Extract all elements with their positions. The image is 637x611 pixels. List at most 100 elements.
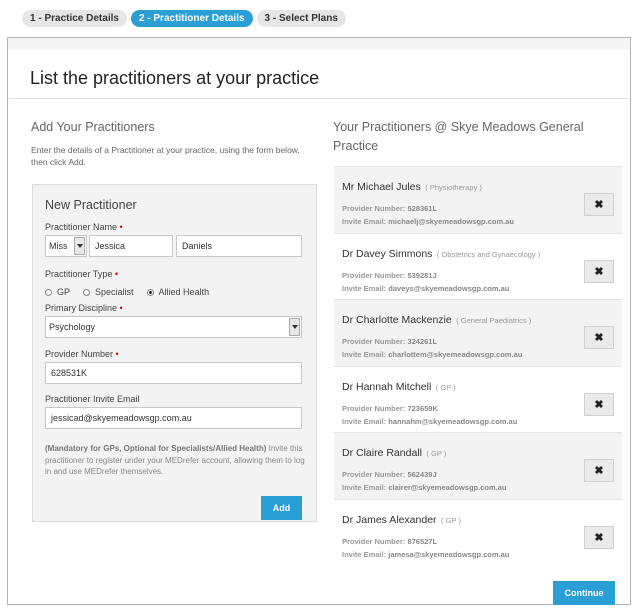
- practitioner-specialty: ( GP ): [441, 515, 461, 525]
- remove-practitioner-button[interactable]: ✖: [584, 259, 614, 283]
- provider-number-label-text: Provider Number: [45, 349, 114, 359]
- practitioner-name-line: Dr Hannah Mitchell ( GP ): [342, 377, 622, 395]
- provider-number-value: 562439J: [407, 470, 437, 479]
- close-icon: ✖: [594, 199, 604, 211]
- invite-email-value: jamesa@skyemeadowsgp.com.au: [388, 549, 510, 559]
- practitioner-card: Mr Michael Jules ( Physiotherapy ) Provid…: [334, 166, 622, 233]
- remove-practitioner-button[interactable]: ✖: [584, 392, 614, 416]
- invite-email-caption: Invite Email:: [342, 483, 389, 492]
- primary-discipline-label: Primary Discipline •: [45, 303, 123, 313]
- invite-email-value: daveys@skyemeadowsgp.com.au: [388, 283, 510, 293]
- invite-email-caption: Invite Email:: [342, 283, 389, 293]
- first-name-input[interactable]: Jessica: [89, 235, 173, 257]
- provider-number-value: 528361L: [407, 204, 438, 213]
- invite-email-caption: Invite Email:: [342, 549, 389, 559]
- form-title: New Practitioner: [45, 198, 137, 212]
- last-name-input[interactable]: Daniels: [176, 235, 302, 257]
- practitioner-type-group: GP Specialist Allied Health: [45, 287, 216, 297]
- radio-specialist[interactable]: [83, 288, 91, 296]
- provider-number-caption: Provider Number:: [342, 470, 408, 479]
- add-button[interactable]: Add: [261, 496, 302, 520]
- provider-number-caption: Provider Number:: [342, 270, 408, 280]
- practitioner-specialty: ( Obstetrics and Gynaecology ): [436, 249, 541, 259]
- chevron-down-icon: [289, 318, 300, 336]
- provider-number-value: 723659K: [407, 403, 438, 413]
- required-marker: •: [119, 222, 123, 232]
- provider-number-label: Provider Number •: [45, 349, 119, 359]
- primary-discipline-label-text: Primary Discipline: [45, 303, 118, 313]
- page-panel: List the practitioners at your practice …: [7, 37, 631, 605]
- provider-number-line: Provider Number: 528361L: [342, 204, 622, 214]
- practitioner-name: Mr Michael Jules: [342, 181, 421, 193]
- practitioner-name-line: Dr Claire Randall ( GP ): [342, 443, 622, 461]
- step-practice-details[interactable]: 1 - Practice Details: [22, 10, 127, 27]
- invite-email-line: Invite Email: daveys@skyemeadowsgp.com.a…: [342, 284, 622, 294]
- invite-email-value: michaelj@skyemeadowsgp.com.au: [388, 217, 514, 226]
- provider-number-caption: Provider Number:: [342, 204, 408, 213]
- radio-allied-health[interactable]: [146, 288, 154, 296]
- provider-number-caption: Provider Number:: [342, 403, 408, 413]
- type-option-specialist[interactable]: Specialist: [83, 287, 134, 297]
- practitioners-list-heading: Your Practitioners @ Skye Meadows Genera…: [333, 120, 584, 153]
- invite-email-note: (Mandatory for GPs, Optional for Special…: [45, 443, 307, 478]
- practitioner-card: Dr Davey Simmons ( Obstetrics and Gynaec…: [334, 232, 622, 300]
- invite-email-value: clairer@skyemeadowsgp.com.au: [388, 483, 507, 492]
- type-option-allied-health[interactable]: Allied Health: [146, 287, 210, 297]
- radio-gp[interactable]: [45, 288, 52, 296]
- primary-discipline-select[interactable]: Psychology: [45, 316, 302, 338]
- provider-number-caption: Provider Number:: [342, 536, 408, 546]
- required-marker: •: [114, 269, 119, 279]
- provider-number-caption: Provider Number:: [342, 337, 408, 346]
- step-practitioner-details[interactable]: 2 - Practitioner Details: [130, 10, 253, 27]
- remove-practitioner-button[interactable]: ✖: [584, 326, 614, 349]
- invite-email-input[interactable]: jessicad@skyemeadowsgp.com.au: [45, 407, 302, 429]
- remove-practitioner-button[interactable]: ✖: [584, 525, 614, 549]
- practitioner-card: Dr Claire Randall ( GP ) Provider Number:…: [334, 432, 622, 499]
- practitioner-card: Dr James Alexander ( GP ) Provider Number…: [334, 498, 622, 566]
- type-option-gp[interactable]: GP: [45, 287, 70, 297]
- practitioner-name-line: Dr Davey Simmons ( Obstetrics and Gynaec…: [342, 244, 622, 262]
- type-option-specialist-label: Specialist: [95, 287, 134, 297]
- invite-email-value: charlottem@skyemeadowsgp.com.au: [388, 350, 523, 359]
- invite-email-label: Practitioner Invite Email: [45, 394, 140, 404]
- practitioner-name: Dr Claire Randall: [342, 447, 422, 459]
- remove-practitioner-button[interactable]: ✖: [584, 459, 614, 482]
- practitioner-name: Dr James Alexander: [342, 513, 437, 526]
- invite-email-caption: Invite Email:: [342, 416, 389, 426]
- type-option-allied-health-label: Allied Health: [158, 287, 210, 297]
- continue-button[interactable]: Continue: [553, 581, 615, 605]
- invite-email-line: Invite Email: charlottem@skyemeadowsgp.c…: [342, 350, 622, 360]
- practitioner-card: Dr Hannah Mitchell ( GP ) Provider Number…: [334, 365, 622, 433]
- chevron-down-icon: [74, 237, 85, 255]
- provider-number-input[interactable]: 628531K: [45, 362, 302, 384]
- practitioner-type-label-text: Practitioner Type: [45, 269, 113, 279]
- practitioner-card: Dr Charlotte Mackenzie ( General Paediat…: [334, 299, 622, 366]
- add-practitioners-heading: Add Your Practitioners: [31, 120, 155, 134]
- close-icon: ✖: [594, 531, 604, 544]
- provider-number-line: Provider Number: 723659K: [342, 404, 622, 414]
- remove-practitioner-button[interactable]: ✖: [584, 193, 614, 216]
- required-marker: •: [119, 303, 123, 313]
- provider-number-line: Provider Number: 539281J: [342, 271, 622, 281]
- invite-email-line: Invite Email: jamesa@skyemeadowsgp.com.a…: [342, 550, 622, 560]
- provider-number-value: 539281J: [407, 270, 437, 280]
- invite-email-line: Invite Email: hannahm@skyemeadowsgp.com.…: [342, 417, 622, 427]
- practitioner-name-line: Mr Michael Jules ( Physiotherapy ): [342, 177, 622, 195]
- invite-email-line: Invite Email: clairer@skyemeadowsgp.com.…: [342, 483, 622, 493]
- wizard-steps: 1 - Practice Details 2 - Practitioner De…: [22, 10, 346, 27]
- invite-email-value: hannahm@skyemeadowsgp.com.au: [388, 416, 518, 426]
- title-select[interactable]: Miss: [45, 235, 87, 257]
- provider-number-value: 876527L: [407, 536, 438, 546]
- divider: [9, 98, 629, 99]
- top-band: [8, 38, 630, 50]
- new-practitioner-form: New Practitioner Practitioner Name • Mis…: [32, 184, 317, 522]
- practitioner-list: Mr Michael Jules ( Physiotherapy ) Provid…: [334, 166, 622, 565]
- close-icon: ✖: [594, 465, 604, 477]
- type-option-gp-label: GP: [57, 287, 71, 297]
- step-select-plans[interactable]: 3 - Select Plans: [256, 10, 346, 27]
- practitioner-name-label-text: Practitioner Name: [45, 222, 118, 232]
- invite-email-note-bold: (Mandatory for GPs, Optional for Special…: [45, 444, 267, 453]
- practitioner-name-line: Dr James Alexander ( GP ): [342, 510, 622, 528]
- close-icon: ✖: [594, 398, 604, 411]
- invite-email-caption: Invite Email:: [342, 350, 389, 359]
